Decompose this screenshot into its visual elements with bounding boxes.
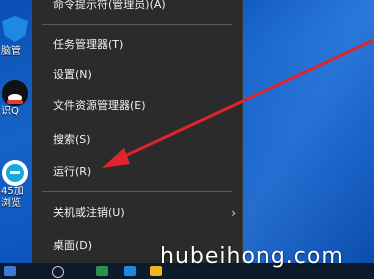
desktop-icon-label: 识Q [1, 106, 19, 117]
desktop-icon-brain[interactable]: 脑管 [0, 46, 32, 58]
desktop-icon-security[interactable] [0, 16, 32, 42]
menu-item-shutdown[interactable]: 关机或注销(U) › [32, 201, 242, 225]
chevron-right-icon: › [231, 206, 236, 220]
menu-item-label: 命令提示符(管理员)(A) [53, 0, 166, 11]
menu-item-label: 设置(N) [53, 68, 92, 81]
desktop-icon-qq[interactable]: 识Q [0, 80, 32, 118]
search-icon[interactable] [52, 266, 64, 278]
menu-item-label: 任务管理器(T) [53, 38, 124, 51]
menu-item-label: 运行(R) [53, 165, 92, 178]
menu-item-cmd-admin[interactable]: 命令提示符(管理员)(A) [32, 0, 242, 17]
menu-item-settings[interactable]: 设置(N) [32, 63, 242, 87]
desktop-icon-label: 45加 [1, 186, 24, 197]
browser-e-icon [2, 160, 28, 186]
menu-item-label: 文件资源管理器(E) [53, 99, 146, 112]
menu-item-file-explorer[interactable]: 文件资源管理器(E) [32, 94, 242, 118]
taskbar-app-icon[interactable] [96, 266, 108, 276]
menu-item-label: 关机或注销(U) [53, 206, 125, 219]
desktop-icon-strip: 脑管 识Q 45加 浏览 [0, 0, 32, 279]
qq-penguin-icon [2, 80, 28, 106]
menu-item-search[interactable]: 搜索(S) [32, 128, 242, 152]
menu-separator [42, 191, 232, 192]
desktop-icon-browser[interactable]: 45加 浏览 [0, 160, 32, 210]
watermark-text: hubeihong.com [160, 244, 344, 269]
taskbar-app-icon[interactable] [124, 266, 136, 276]
wallpaper-sheen [240, 0, 374, 279]
shield-icon [2, 16, 28, 42]
desktop-icon-label: 脑管 [1, 46, 21, 57]
start-icon[interactable] [4, 266, 16, 276]
menu-item-label: 桌面(D) [53, 239, 93, 252]
desktop-icon-label-2: 浏览 [1, 198, 21, 209]
menu-item-run[interactable]: 运行(R) [32, 160, 242, 184]
winx-context-menu: 命令提示符(管理员)(A) 任务管理器(T) 设置(N) 文件资源管理器(E) … [32, 0, 243, 263]
menu-separator [42, 24, 232, 25]
menu-item-label: 搜索(S) [53, 133, 91, 146]
menu-item-task-manager[interactable]: 任务管理器(T) [32, 33, 242, 57]
